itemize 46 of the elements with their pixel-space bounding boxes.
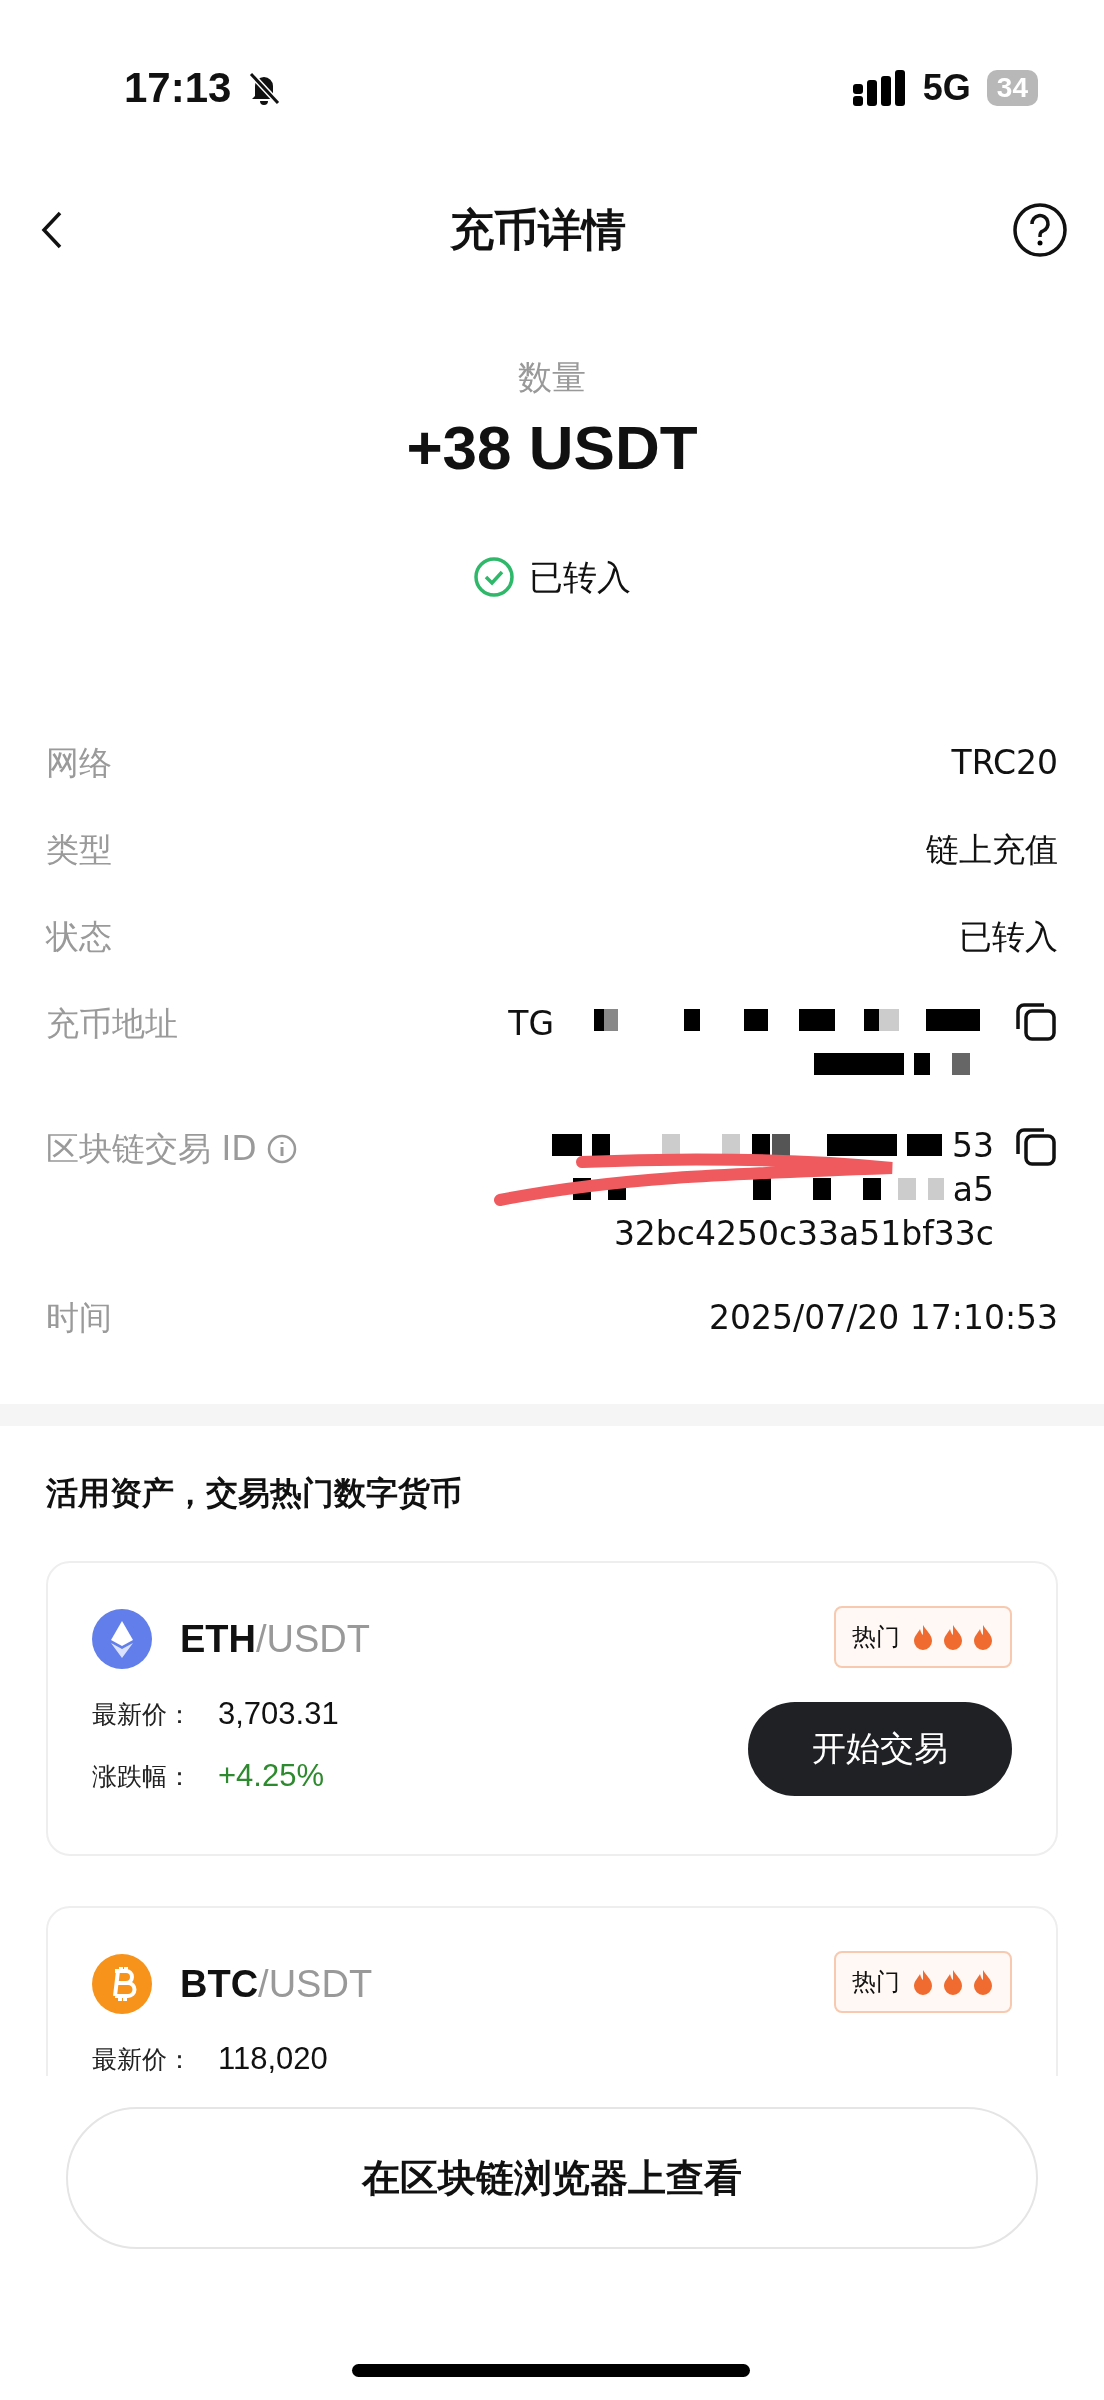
ethereum-icon [92, 1609, 152, 1669]
detail-value: TRC20 [951, 742, 1058, 784]
signal-icon [852, 70, 907, 106]
hot-badge: 热门 [834, 1606, 1012, 1668]
network-label: 5G [922, 67, 971, 109]
detail-label: 网络 [46, 742, 112, 784]
detail-value: 链上充值 [926, 829, 1058, 871]
detail-label: 状态 [46, 916, 112, 958]
section-title: 活用资产，交易热门数字货币 [46, 1473, 463, 1513]
detail-value: 已转入 [959, 916, 1058, 958]
txid-fragment: 53 [952, 1125, 994, 1167]
fire-icon [942, 1623, 964, 1651]
fire-icon [972, 1968, 994, 1996]
fire-icon [912, 1968, 934, 1996]
txid-text: 32bc4250c33a51bf33c [613, 1213, 994, 1255]
info-icon[interactable] [266, 1134, 297, 1164]
detail-label: 充币地址 [46, 1003, 178, 1045]
pair-name: ETH/USDT [180, 1617, 370, 1661]
price-label: 最新价： [92, 2043, 192, 2076]
bitcoin-icon [92, 1954, 152, 2014]
address-text: TG [508, 1003, 554, 1045]
help-icon[interactable] [1012, 202, 1068, 258]
change-label: 涨跌幅： [92, 1760, 192, 1793]
back-icon[interactable] [40, 210, 64, 250]
fire-icon [912, 1623, 934, 1651]
txid-fragment: a5 [952, 1169, 994, 1211]
battery-indicator: 34 [986, 70, 1038, 106]
amount-value: +38 USDT [406, 412, 698, 484]
explorer-button[interactable]: 在区块链浏览器上查看 [66, 2107, 1038, 2249]
price-value: 3,703.31 [218, 1696, 339, 1732]
fire-icon [942, 1968, 964, 1996]
detail-label: 时间 [46, 1297, 112, 1339]
pair-name: BTC/USDT [180, 1962, 373, 2006]
trade-button[interactable]: 开始交易 [748, 1702, 1012, 1796]
change-value: +4.25% [218, 1758, 324, 1794]
detail-label: 类型 [46, 829, 112, 871]
amount-label: 数量 [518, 356, 586, 399]
fire-icon [972, 1623, 994, 1651]
status-time: 17:13 [124, 64, 232, 112]
price-value: 118,020 [218, 2041, 328, 2076]
status-text: 已转入 [529, 556, 631, 599]
detail-value: 2025/07/20 17:10:53 [709, 1297, 1058, 1339]
detail-label: 区块链交易 ID [46, 1128, 257, 1170]
hot-badge: 热门 [834, 1951, 1012, 2013]
page-title: 充币详情 [450, 202, 626, 257]
price-label: 最新价： [92, 1698, 192, 1731]
